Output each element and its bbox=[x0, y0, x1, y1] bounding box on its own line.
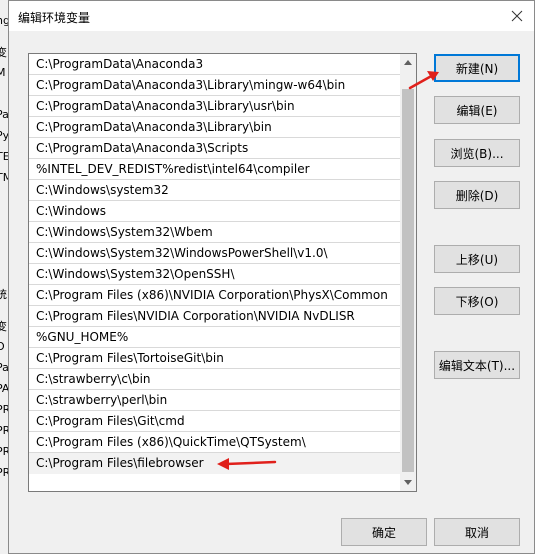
path-listbox[interactable]: C:\ProgramData\Anaconda3 C:\ProgramData\A… bbox=[28, 53, 417, 492]
cancel-button[interactable]: 取消 bbox=[434, 518, 520, 546]
path-list-item[interactable]: C:\Program Files\TortoiseGit\bin bbox=[29, 348, 401, 369]
path-list-item[interactable]: C:\ProgramData\Anaconda3\Scripts bbox=[29, 138, 401, 159]
edit-button[interactable]: 编辑(E) bbox=[434, 96, 520, 124]
ok-button[interactable]: 确定 bbox=[341, 518, 427, 546]
path-list-item[interactable]: C:\strawberry\c\bin bbox=[29, 369, 401, 390]
path-list-item[interactable]: C:\Windows\System32\WindowsPowerShell\v1… bbox=[29, 243, 401, 264]
scroll-down-button[interactable] bbox=[400, 474, 416, 491]
path-list-item[interactable]: %INTEL_DEV_REDIST%redist\intel64\compile… bbox=[29, 159, 401, 180]
edit-text-button[interactable]: 编辑文本(T)... bbox=[434, 351, 520, 379]
path-list-item[interactable]: C:\Program Files\Git\cmd bbox=[29, 411, 401, 432]
path-list-item[interactable]: C:\ProgramData\Anaconda3\Library\mingw-w… bbox=[29, 75, 401, 96]
path-list-item[interactable]: C:\Program Files\filebrowser bbox=[29, 453, 401, 474]
close-icon bbox=[511, 10, 523, 22]
path-list-item[interactable]: C:\Windows\System32\OpenSSH\ bbox=[29, 264, 401, 285]
path-list-item[interactable]: C:\ProgramData\Anaconda3\Library\bin bbox=[29, 117, 401, 138]
move-down-button[interactable]: 下移(O) bbox=[434, 287, 520, 315]
bg-text: M bbox=[0, 66, 6, 79]
scroll-thumb[interactable] bbox=[402, 89, 414, 472]
path-list-item[interactable]: C:\strawberry\perl\bin bbox=[29, 390, 401, 411]
bg-text: 变 bbox=[0, 320, 7, 333]
path-list-item[interactable]: C:\Windows\system32 bbox=[29, 180, 401, 201]
path-list-item[interactable]: C:\ProgramData\Anaconda3\Library\usr\bin bbox=[29, 96, 401, 117]
path-list-item[interactable]: C:\ProgramData\Anaconda3 bbox=[29, 54, 401, 75]
edit-env-variable-dialog: 编辑环境变量 C:\ProgramData\Anaconda3 C:\Progra… bbox=[8, 0, 535, 554]
vertical-scrollbar[interactable] bbox=[400, 54, 416, 491]
path-list-item[interactable]: C:\Program Files (x86)\QuickTime\QTSyste… bbox=[29, 432, 401, 453]
browse-button[interactable]: 浏览(B)... bbox=[434, 139, 520, 167]
path-list: C:\ProgramData\Anaconda3 C:\ProgramData\A… bbox=[29, 54, 401, 474]
dialog-title: 编辑环境变量 bbox=[18, 11, 91, 25]
bg-text: 变 bbox=[0, 46, 7, 59]
bg-text: O bbox=[0, 340, 5, 353]
path-list-item[interactable]: C:\Windows bbox=[29, 201, 401, 222]
path-list-item[interactable]: C:\Program Files\NVIDIA Corporation\NVID… bbox=[29, 306, 401, 327]
close-button[interactable] bbox=[500, 1, 534, 31]
delete-button[interactable]: 删除(D) bbox=[434, 181, 520, 209]
new-button[interactable]: 新建(N) bbox=[434, 54, 520, 82]
chevron-up-icon bbox=[404, 60, 412, 65]
title-bar[interactable]: 编辑环境变量 bbox=[9, 1, 534, 31]
bg-text: 统 bbox=[0, 288, 7, 301]
path-list-item[interactable]: C:\Program Files (x86)\NVIDIA Corporatio… bbox=[29, 285, 401, 306]
move-up-button[interactable]: 上移(U) bbox=[434, 245, 520, 273]
path-list-item[interactable]: %GNU_HOME% bbox=[29, 327, 401, 348]
chevron-down-icon bbox=[404, 480, 412, 485]
scroll-up-button[interactable] bbox=[400, 54, 416, 71]
path-list-item[interactable]: C:\Windows\System32\Wbem bbox=[29, 222, 401, 243]
